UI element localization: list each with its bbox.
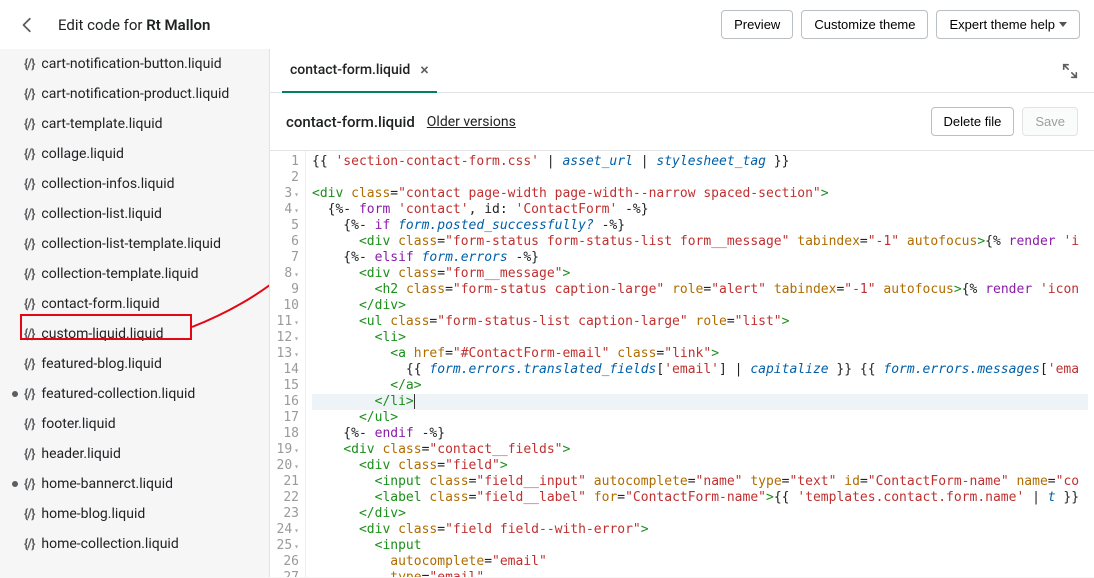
sidebar-file-item[interactable]: {/} contact-form.liquid xyxy=(0,289,269,319)
line-gutter: 1234567891011121314151617181920212223242… xyxy=(270,151,306,577)
sidebar-file-item[interactable]: {/} featured-collection.liquid xyxy=(0,379,269,409)
header-bar: Edit code for Rt Mallon Preview Customiz… xyxy=(0,0,1094,49)
code-content[interactable]: {{ 'section-contact-form.css' | asset_ur… xyxy=(306,151,1094,577)
braces-icon: {/} xyxy=(24,267,34,282)
file-name-label: header.liquid xyxy=(41,446,120,462)
file-name-label: collection-infos.liquid xyxy=(41,176,174,192)
delete-file-button[interactable]: Delete file xyxy=(931,107,1015,136)
file-name-label: collection-list.liquid xyxy=(41,206,162,222)
sidebar-file-item[interactable]: {/} collage.liquid xyxy=(0,139,269,169)
customize-theme-button[interactable]: Customize theme xyxy=(801,10,928,39)
back-button[interactable] xyxy=(14,11,42,39)
file-name-label: home-collection.liquid xyxy=(41,536,178,552)
braces-icon: {/} xyxy=(24,147,34,162)
file-name-label: contact-form.liquid xyxy=(41,296,159,312)
tab-contact-form[interactable]: contact-form.liquid × xyxy=(282,49,437,93)
sidebar-file-item[interactable]: {/} cart-template.liquid xyxy=(0,109,269,139)
braces-icon: {/} xyxy=(24,477,34,492)
preview-button[interactable]: Preview xyxy=(721,10,793,39)
modified-dot-icon xyxy=(12,391,18,397)
sidebar-file-item[interactable]: {/} featured-blog.liquid xyxy=(0,349,269,379)
file-name-label: collage.liquid xyxy=(41,146,124,162)
braces-icon: {/} xyxy=(24,327,34,342)
braces-icon: {/} xyxy=(24,57,34,72)
arrow-left-icon xyxy=(19,16,37,34)
braces-icon: {/} xyxy=(24,537,34,552)
braces-icon: {/} xyxy=(24,297,34,312)
chevron-down-icon xyxy=(1059,22,1067,27)
file-name-label: collection-template.liquid xyxy=(41,266,198,282)
sidebar-file-item[interactable]: {/} collection-template.liquid xyxy=(0,259,269,289)
editor-tabs: contact-form.liquid × xyxy=(270,49,1094,93)
sidebar-file-item[interactable]: {/} custom-liquid.liquid xyxy=(0,319,269,349)
braces-icon: {/} xyxy=(24,87,34,102)
main-area: {/} cart-notification-button.liquid {/} car… xyxy=(0,49,1094,577)
save-button: Save xyxy=(1022,107,1078,136)
page-title: Edit code for Rt Mallon xyxy=(58,16,210,34)
braces-icon: {/} xyxy=(24,237,34,252)
sidebar-file-item[interactable]: {/} home-bannerct.liquid xyxy=(0,469,269,499)
sidebar-file-item[interactable]: {/} collection-list-template.liquid xyxy=(0,229,269,259)
sidebar-file-item[interactable]: {/} collection-list.liquid xyxy=(0,199,269,229)
older-versions-link[interactable]: Older versions xyxy=(427,114,516,130)
file-name: contact-form.liquid xyxy=(286,113,415,131)
braces-icon: {/} xyxy=(24,207,34,222)
sidebar-file-item[interactable]: {/} cart-notification-product.liquid xyxy=(0,79,269,109)
file-header: contact-form.liquid Older versions Delet… xyxy=(270,93,1094,151)
code-editor[interactable]: 1234567891011121314151617181920212223242… xyxy=(270,151,1094,577)
file-name-label: cart-notification-product.liquid xyxy=(41,86,229,102)
sidebar-file-item[interactable]: {/} collection-infos.liquid xyxy=(0,169,269,199)
file-name-label: custom-liquid.liquid xyxy=(41,326,163,342)
file-name-label: footer.liquid xyxy=(41,416,115,432)
braces-icon: {/} xyxy=(24,507,34,522)
file-name-label: cart-notification-button.liquid xyxy=(41,56,221,72)
modified-dot-icon xyxy=(12,481,18,487)
file-name-label: home-bannerct.liquid xyxy=(41,476,173,492)
file-name-label: featured-collection.liquid xyxy=(41,386,195,402)
editor-panel: contact-form.liquid × contact-form.liqui… xyxy=(269,49,1094,577)
braces-icon: {/} xyxy=(24,417,34,432)
sidebar-file-item[interactable]: {/} cart-notification-button.liquid xyxy=(0,49,269,79)
braces-icon: {/} xyxy=(24,117,34,132)
file-name-label: home-blog.liquid xyxy=(41,506,145,522)
braces-icon: {/} xyxy=(24,447,34,462)
braces-icon: {/} xyxy=(24,357,34,372)
file-name-label: cart-template.liquid xyxy=(41,116,162,132)
sidebar-file-item[interactable]: {/} home-blog.liquid xyxy=(0,499,269,529)
sidebar-file-item[interactable]: {/} header.liquid xyxy=(0,439,269,469)
braces-icon: {/} xyxy=(24,177,34,192)
file-name-label: collection-list-template.liquid xyxy=(41,236,221,252)
sidebar-file-item[interactable]: {/} footer.liquid xyxy=(0,409,269,439)
file-name-label: featured-blog.liquid xyxy=(41,356,161,372)
braces-icon: {/} xyxy=(24,387,34,402)
file-sidebar[interactable]: {/} cart-notification-button.liquid {/} car… xyxy=(0,49,269,577)
expert-help-button[interactable]: Expert theme help xyxy=(936,10,1080,39)
close-icon[interactable]: × xyxy=(420,60,429,79)
expand-icon[interactable] xyxy=(1058,59,1082,83)
header-actions: Preview Customize theme Expert theme hel… xyxy=(721,10,1080,39)
sidebar-file-item[interactable]: {/} home-collection.liquid xyxy=(0,529,269,559)
